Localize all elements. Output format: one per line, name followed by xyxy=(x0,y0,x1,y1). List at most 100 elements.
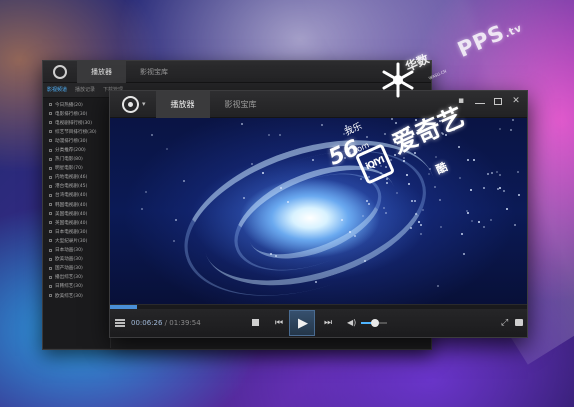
star xyxy=(483,186,486,189)
star xyxy=(365,135,368,138)
tab-video-library[interactable]: 影视宝库 xyxy=(126,61,182,83)
app-menu-button[interactable]: ▾ xyxy=(122,95,146,113)
star xyxy=(395,191,398,194)
time-display: 00:06:26 / 01:39:54 xyxy=(131,319,201,327)
channel-list: 今日热播(20) 电影排行榜(30) 电视剧排行榜(30) 综艺节目排行榜(30) 动漫… xyxy=(43,98,111,348)
channel-list-item[interactable]: 内地电视剧(46) xyxy=(43,173,110,182)
tab-player[interactable]: 播放器 xyxy=(155,90,210,118)
minimize-button[interactable] xyxy=(475,98,485,104)
channel-list-item[interactable]: 英国电视剧(40) xyxy=(43,218,110,227)
volume-slider-handle[interactable] xyxy=(371,319,380,327)
star xyxy=(489,219,492,222)
video-display[interactable] xyxy=(110,118,527,304)
channel-label: 欧美综艺(30) xyxy=(55,293,83,299)
star xyxy=(417,220,420,223)
channel-list-item[interactable]: 韩国电视剧(40) xyxy=(43,200,110,209)
expand-icon xyxy=(49,230,52,234)
star xyxy=(514,224,517,227)
fullscreen-icon[interactable]: ⤢ xyxy=(501,318,508,328)
app-logo-icon[interactable] xyxy=(53,64,67,79)
channel-list-item[interactable]: 日本动画(30) xyxy=(43,246,110,255)
channel-list-item[interactable]: 电视剧排行榜(30) xyxy=(43,118,110,127)
channel-list-item[interactable]: 热门电影(80) xyxy=(43,155,110,164)
star xyxy=(407,182,410,185)
channel-label: 热门电影(80) xyxy=(55,157,83,163)
channel-list-item[interactable]: 明星电影(70) xyxy=(43,164,110,173)
star xyxy=(286,200,289,203)
channel-list-item[interactable]: 欧美综艺(30) xyxy=(43,291,110,300)
expand-icon xyxy=(49,257,52,261)
expand-icon xyxy=(49,221,52,225)
channel-list-item[interactable]: 电影排行榜(30) xyxy=(43,109,110,118)
channel-list-item[interactable]: 台湾电视剧(40) xyxy=(43,191,110,200)
maximize-button[interactable] xyxy=(494,97,502,105)
channel-list-item[interactable]: 动漫排行榜(30) xyxy=(43,136,110,145)
star xyxy=(409,226,412,229)
star xyxy=(359,178,362,181)
volume-icon[interactable]: ◀) xyxy=(347,318,356,328)
star xyxy=(466,212,469,215)
star xyxy=(353,234,356,237)
star xyxy=(512,118,515,121)
channel-list-item[interactable]: 分类推荐(200) xyxy=(43,145,110,154)
channel-list-item[interactable]: 播出综艺(30) xyxy=(43,273,110,282)
channel-label: 日本电视剧(30) xyxy=(55,229,88,235)
next-icon[interactable]: ⏭ xyxy=(324,318,332,328)
play-button[interactable]: ▶ xyxy=(289,310,315,336)
star xyxy=(498,186,501,189)
stop-icon[interactable] xyxy=(252,319,259,326)
channel-list-item[interactable]: 国产动画(30) xyxy=(43,264,110,273)
expand-icon xyxy=(49,193,52,197)
subtab-history[interactable]: 播放记录 xyxy=(75,83,95,97)
expand-icon xyxy=(49,284,52,288)
channel-list-item[interactable]: 日本电视剧(30) xyxy=(43,227,110,236)
volume-slider[interactable] xyxy=(361,319,387,327)
star xyxy=(267,133,270,136)
tab-player[interactable]: 播放器 xyxy=(77,60,126,83)
channel-label: 欧美动画(30) xyxy=(55,257,83,263)
star xyxy=(517,171,520,174)
star xyxy=(349,230,351,233)
channel-label: 内地电视剧(46) xyxy=(55,175,88,181)
titlebar: ▾ 播放器 影视宝库 ▪ ✕ xyxy=(110,90,527,118)
channel-label: 动漫排行榜(30) xyxy=(55,138,88,144)
star xyxy=(261,171,264,174)
star xyxy=(279,187,282,190)
folder-icon[interactable] xyxy=(515,319,523,326)
channel-list-item[interactable]: 美国电视剧(40) xyxy=(43,209,110,218)
previous-icon[interactable]: ⏮ xyxy=(275,318,283,328)
channel-list-item[interactable]: 欧美动画(30) xyxy=(43,255,110,264)
channel-list-item[interactable]: 大型纪录片(30) xyxy=(43,236,110,245)
star xyxy=(320,124,323,127)
channel-label: 韩国电视剧(40) xyxy=(55,202,88,208)
channel-list-item[interactable]: 综艺节目排行榜(30) xyxy=(43,127,110,136)
expand-icon xyxy=(49,148,52,152)
channel-list-item[interactable]: 今日热播(20) xyxy=(43,100,110,109)
star xyxy=(274,254,277,257)
channel-list-item[interactable]: 港台电视剧(45) xyxy=(43,182,110,191)
star xyxy=(470,188,473,191)
control-bar: 00:06:26 / 01:39:54 ⏮ ▶ ⏭ ◀) ⤢ xyxy=(110,309,527,337)
star xyxy=(460,233,463,236)
star xyxy=(482,225,485,228)
subtab-channels[interactable]: 影视频道 xyxy=(47,83,67,97)
expand-icon xyxy=(49,166,52,170)
expand-icon xyxy=(49,239,52,243)
channel-label: 大型纪录片(30) xyxy=(55,238,88,244)
star xyxy=(499,174,502,177)
star xyxy=(458,145,461,148)
channel-label: 播出综艺(30) xyxy=(55,275,83,281)
channel-label: 电影排行榜(30) xyxy=(55,111,88,117)
close-button[interactable]: ✕ xyxy=(511,96,521,106)
channel-list-item[interactable]: 日韩综艺(30) xyxy=(43,282,110,291)
window-controls: ▪ ✕ xyxy=(456,91,521,111)
play-icon: ▶ xyxy=(298,315,308,331)
star xyxy=(166,147,169,150)
tab-video-library[interactable]: 影视宝库 xyxy=(210,91,272,118)
star xyxy=(439,226,442,229)
channel-label: 英国电视剧(40) xyxy=(55,220,88,226)
expand-icon xyxy=(49,157,52,161)
current-time: 00:06:26 xyxy=(131,319,163,327)
star xyxy=(174,218,177,221)
list-icon[interactable] xyxy=(115,319,125,327)
